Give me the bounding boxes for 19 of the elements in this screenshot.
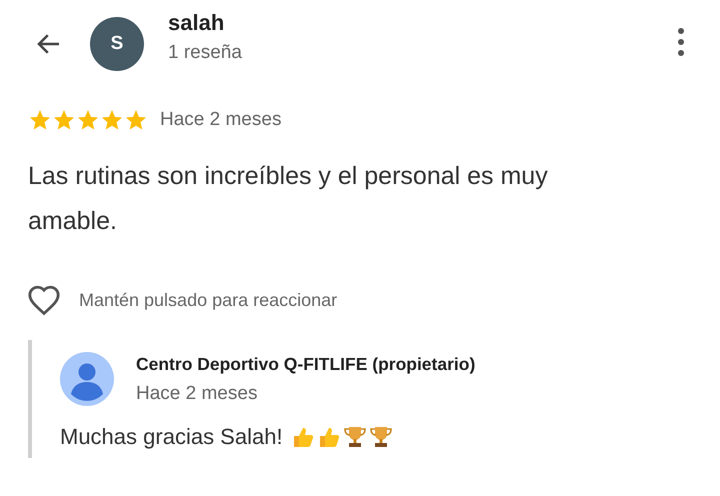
user-name: salah	[168, 10, 226, 36]
star-icon	[76, 108, 100, 132]
user-avatar: S	[90, 17, 144, 71]
star-icon	[52, 108, 76, 132]
trophy-icon	[368, 425, 393, 449]
owner-name: Centro Deportivo Q-FITLIFE (propietario)	[136, 354, 476, 374]
owner-avatar-icon	[60, 352, 114, 406]
star-icon	[100, 108, 124, 132]
reaction-hint: Mantén pulsado para reaccionar	[79, 290, 338, 310]
review-count: 1 reseña	[168, 42, 243, 64]
trophy-icon	[342, 425, 367, 449]
star-icon	[124, 108, 148, 132]
review-date: Hace 2 meses	[160, 109, 282, 131]
heart-icon[interactable]	[27, 284, 61, 316]
star-icon	[28, 108, 52, 132]
more-options-icon[interactable]	[676, 26, 686, 58]
reply-date: Hace 2 meses	[136, 382, 258, 404]
review-text: Las rutinas son increíbles y el personal es muy amable.	[28, 161, 549, 237]
reply-text: Muchas gracias Salah!	[60, 424, 283, 450]
